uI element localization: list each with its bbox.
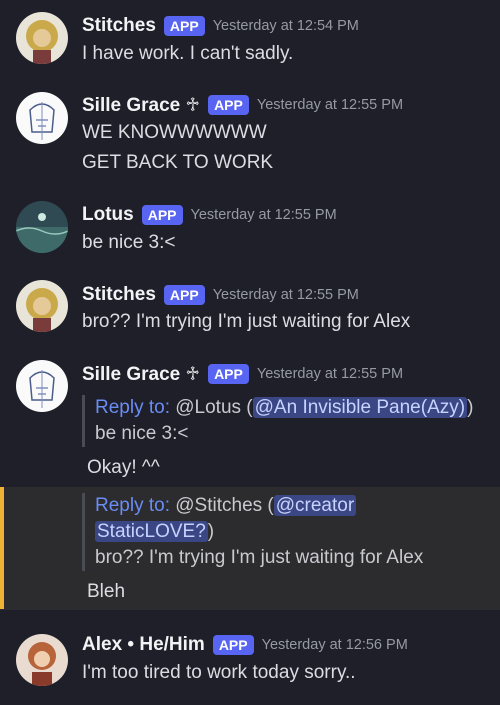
author-name[interactable]: Lotus	[82, 204, 134, 226]
divider	[0, 609, 500, 610]
reply-quote[interactable]: Reply to: @Lotus (@An Invisible Pane(Azy…	[82, 395, 473, 447]
app-badge: APP	[141, 205, 183, 225]
timestamp: Yesterday at 12:55 PM	[256, 97, 404, 113]
app-badge: APP	[163, 285, 205, 305]
user-mention[interactable]: @An Invisible Pane(Azy)	[252, 397, 468, 418]
timestamp: Yesterday at 12:55 PM	[190, 207, 337, 223]
avatar-image	[16, 360, 68, 412]
message-text: I'm too tired to work today sorry..	[82, 662, 356, 683]
quoted-text: be nice 3:<	[95, 423, 189, 444]
message-text: Bleh	[87, 581, 126, 602]
message-header: Stitches APP Yesterday at 12:54 PM	[82, 13, 359, 39]
author-name[interactable]: Alex • He/Him	[82, 634, 205, 656]
avatar-lotus[interactable]	[16, 201, 68, 253]
reply-target: @Stitches (	[175, 495, 274, 516]
avatar-alex[interactable]	[16, 634, 68, 686]
reply-close: )	[207, 521, 215, 542]
avatar-image	[16, 201, 68, 253]
app-badge: APP	[208, 364, 249, 384]
quoted-text: bro?? I'm trying I'm just waiting for Al…	[95, 547, 424, 568]
avatar-sille-grace[interactable]	[16, 360, 68, 412]
reply-target: @Lotus (	[175, 397, 253, 418]
timestamp: Yesterday at 12:56 PM	[261, 637, 408, 653]
reply-label: Reply to:	[95, 397, 170, 418]
avatar-stitches[interactable]	[16, 280, 68, 332]
user-mention-continued[interactable]: StaticLOVE?	[95, 521, 208, 542]
avatar-image	[16, 634, 68, 686]
author-name[interactable]: Sille Grace ♱	[82, 363, 200, 386]
avatar-image	[16, 12, 68, 64]
message-header: Alex • He/Him APP Yesterday at 12:56 PM	[82, 632, 408, 658]
message-text: GET BACK TO WORK	[82, 152, 274, 173]
avatar-stitches[interactable]	[16, 12, 68, 64]
message-text: be nice 3:<	[82, 232, 176, 253]
reply-close: )	[467, 397, 474, 418]
author-name[interactable]: Sille Grace ♱	[82, 94, 200, 117]
avatar-image	[16, 280, 68, 332]
reply-label: Reply to:	[95, 495, 170, 516]
timestamp: Yesterday at 12:55 PM	[212, 287, 359, 303]
message-text: Okay! ^^	[87, 457, 160, 478]
app-badge: APP	[212, 635, 254, 655]
message-header: Sille Grace ♱ APP Yesterday at 12:55 PM	[82, 92, 403, 118]
author-name[interactable]: Stitches	[82, 15, 156, 37]
message-text: I have work. I can't sadly.	[82, 43, 294, 64]
reply-quote[interactable]: Reply to: @Stitches (@creator StaticLOVE…	[82, 493, 423, 571]
author-name[interactable]: Stitches	[82, 284, 156, 306]
app-badge: APP	[163, 16, 205, 36]
avatar-image	[16, 92, 68, 144]
timestamp: Yesterday at 12:54 PM	[212, 18, 359, 34]
message-text: WE KNOWWWWWW	[82, 122, 267, 143]
message-header: Sille Grace ♱ APP Yesterday at 12:55 PM	[82, 361, 403, 387]
app-badge: APP	[208, 95, 249, 115]
message-header: Stitches APP Yesterday at 12:55 PM	[82, 282, 359, 308]
avatar-sille-grace[interactable]	[16, 92, 68, 144]
message-header: Lotus APP Yesterday at 12:55 PM	[82, 202, 337, 228]
timestamp: Yesterday at 12:55 PM	[256, 366, 404, 382]
message-text: bro?? I'm trying I'm just waiting for Al…	[82, 311, 411, 332]
user-mention[interactable]: @creator	[273, 495, 357, 516]
